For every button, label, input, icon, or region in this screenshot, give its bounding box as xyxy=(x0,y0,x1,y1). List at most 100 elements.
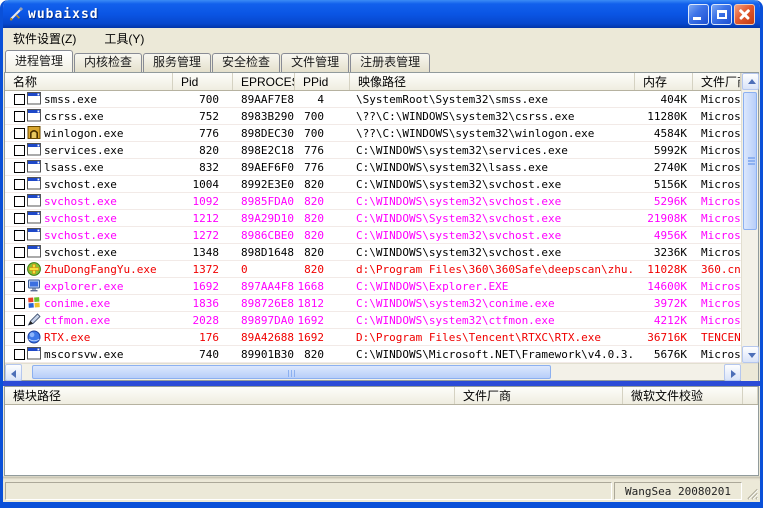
titlebar[interactable]: wubaixsd xyxy=(3,0,760,28)
tab-process-management[interactable]: 进程管理 xyxy=(5,50,73,72)
table-row[interactable]: ZhuDongFangYu.exe13720820d:\Program File… xyxy=(5,261,741,278)
column-header-file-vendor[interactable]: 文件厂商 xyxy=(455,387,623,404)
table-row[interactable]: winlogon.exe776898DEC30700\??\C:\WINDOWS… xyxy=(5,125,741,142)
cell-image-path: C:\WINDOWS\system32\svchost.exe xyxy=(350,178,635,191)
cell-process-name: winlogon.exe xyxy=(5,126,173,140)
tab-kernel-check[interactable]: 内核检查 xyxy=(74,53,142,72)
row-checkbox[interactable] xyxy=(14,230,25,241)
table-row[interactable]: RTX.exe17689A426881692D:\Program Files\T… xyxy=(5,329,741,346)
column-header-pid[interactable]: Pid xyxy=(173,73,233,90)
cell-memory: 4584K xyxy=(635,127,693,140)
arrow-right-icon xyxy=(731,370,736,378)
table-row[interactable]: explorer.exe1692897AA4F81668C:\WINDOWS\E… xyxy=(5,278,741,295)
table-row[interactable]: mscorsvw.exe74089901B30820C:\WINDOWS\Mic… xyxy=(5,346,741,363)
scroll-up-button[interactable] xyxy=(742,73,759,90)
row-checkbox[interactable] xyxy=(14,281,25,292)
row-checkbox[interactable] xyxy=(14,196,25,207)
cell-vendor: 360.cn xyxy=(693,263,741,276)
scroll-right-button[interactable] xyxy=(724,364,741,381)
default-window-icon xyxy=(27,160,41,174)
table-row[interactable]: svchost.exe10048992E3E0820C:\WINDOWS\sys… xyxy=(5,176,741,193)
process-name-label: svchost.exe xyxy=(44,212,117,225)
column-header-path[interactable]: 映像路径 xyxy=(350,73,635,90)
row-checkbox[interactable] xyxy=(14,94,25,105)
table-row[interactable]: ctfmon.exe202889897DA01692C:\WINDOWS\sys… xyxy=(5,312,741,329)
tab-registry-management[interactable]: 注册表管理 xyxy=(350,53,430,72)
process-name-label: smss.exe xyxy=(44,93,97,106)
process-name-label: lsass.exe xyxy=(44,161,104,174)
cell-pid: 740 xyxy=(173,348,233,361)
minimize-button[interactable] xyxy=(688,4,709,25)
row-checkbox[interactable] xyxy=(14,264,25,275)
table-row[interactable]: svchost.exe1348898D1648820C:\WINDOWS\sys… xyxy=(5,244,741,261)
vertical-scrollbar[interactable] xyxy=(741,73,758,363)
cell-pid: 776 xyxy=(173,127,233,140)
cell-vendor: Microso xyxy=(693,348,741,361)
row-checkbox[interactable] xyxy=(14,315,25,326)
table-row[interactable]: svchost.exe10928985FDA0820C:\WINDOWS\sys… xyxy=(5,193,741,210)
row-checkbox[interactable] xyxy=(14,162,25,173)
process-name-label: mscorsvw.exe xyxy=(44,348,123,361)
scroll-down-button[interactable] xyxy=(742,346,759,363)
table-row[interactable]: csrss.exe7528983B290700\??\C:\WINDOWS\sy… xyxy=(5,108,741,125)
cell-pid: 1692 xyxy=(173,280,233,293)
tab-service-management[interactable]: 服务管理 xyxy=(143,53,211,72)
cell-eprocess: 898D1648 xyxy=(233,246,295,259)
tab-file-management[interactable]: 文件管理 xyxy=(281,53,349,72)
column-header-memory[interactable]: 内存 xyxy=(635,73,693,90)
process-name-label: conime.exe xyxy=(44,297,110,310)
table-row[interactable]: svchost.exe12728986CBE0820C:\WINDOWS\sys… xyxy=(5,227,741,244)
horizontal-scrollbar[interactable] xyxy=(5,363,758,380)
scroll-left-button[interactable] xyxy=(5,364,22,381)
horizontal-scroll-thumb[interactable] xyxy=(32,365,551,379)
table-row[interactable]: smss.exe70089AAF7E84\SystemRoot\System32… xyxy=(5,91,741,108)
column-header-module-path[interactable]: 模块路径 xyxy=(5,387,455,404)
cell-eprocess: 89897DA0 xyxy=(233,314,295,327)
cell-memory: 404K xyxy=(635,93,693,106)
windows-flag-icon xyxy=(27,296,41,310)
cell-memory: 4212K xyxy=(635,314,693,327)
menu-tools[interactable]: 工具(Y) xyxy=(101,28,147,49)
menu-software-settings[interactable]: 软件设置(Z) xyxy=(10,28,79,49)
cell-process-name: smss.exe xyxy=(5,92,173,106)
cell-eprocess: 89A42688 xyxy=(233,331,295,344)
cell-ppid: 1692 xyxy=(295,314,350,327)
cell-image-path: C:\WINDOWS\system32\ctfmon.exe xyxy=(350,314,635,327)
cell-process-name: lsass.exe xyxy=(5,160,173,174)
table-row[interactable]: svchost.exe121289A29D10820C:\WINDOWS\Sys… xyxy=(5,210,741,227)
row-checkbox[interactable] xyxy=(14,247,25,258)
tab-security-check[interactable]: 安全检查 xyxy=(212,53,280,72)
row-checkbox[interactable] xyxy=(14,128,25,139)
cell-ppid: 700 xyxy=(295,127,350,140)
360-shield-icon xyxy=(27,262,41,276)
row-checkbox[interactable] xyxy=(14,111,25,122)
row-checkbox[interactable] xyxy=(14,145,25,156)
table-row[interactable]: lsass.exe83289AEF6F0776C:\WINDOWS\system… xyxy=(5,159,741,176)
row-checkbox[interactable] xyxy=(14,213,25,224)
maximize-button[interactable] xyxy=(711,4,732,25)
column-header-name[interactable]: 名称 xyxy=(5,73,173,90)
table-row[interactable]: services.exe820898E2C18776C:\WINDOWS\sys… xyxy=(5,142,741,159)
row-checkbox[interactable] xyxy=(14,332,25,343)
cell-process-name: svchost.exe xyxy=(5,245,173,259)
row-checkbox[interactable] xyxy=(14,179,25,190)
arrow-left-icon xyxy=(11,370,16,378)
column-header-vendor[interactable]: 文件厂商 xyxy=(693,73,741,90)
column-header-eprocess[interactable]: EPROCESS xyxy=(233,73,295,90)
scroll-grip-icon xyxy=(288,370,290,377)
row-checkbox[interactable] xyxy=(14,349,25,360)
default-window-icon xyxy=(27,109,41,123)
close-button[interactable] xyxy=(734,4,755,25)
cell-process-name: ZhuDongFangYu.exe xyxy=(5,262,173,276)
column-header-ms-verify[interactable]: 微软文件校验 xyxy=(623,387,743,404)
statusbar-left-pane xyxy=(5,482,612,500)
cell-pid: 1348 xyxy=(173,246,233,259)
menubar: 软件设置(Z) 工具(Y) xyxy=(3,28,760,49)
table-row[interactable]: conime.exe1836898726E81812C:\WINDOWS\sys… xyxy=(5,295,741,312)
module-list-body[interactable] xyxy=(5,405,758,475)
vertical-scroll-thumb[interactable] xyxy=(743,92,757,230)
row-checkbox[interactable] xyxy=(14,298,25,309)
column-header-ppid[interactable]: PPid xyxy=(295,73,350,90)
default-window-icon xyxy=(27,245,41,259)
resize-grip[interactable] xyxy=(744,482,758,500)
